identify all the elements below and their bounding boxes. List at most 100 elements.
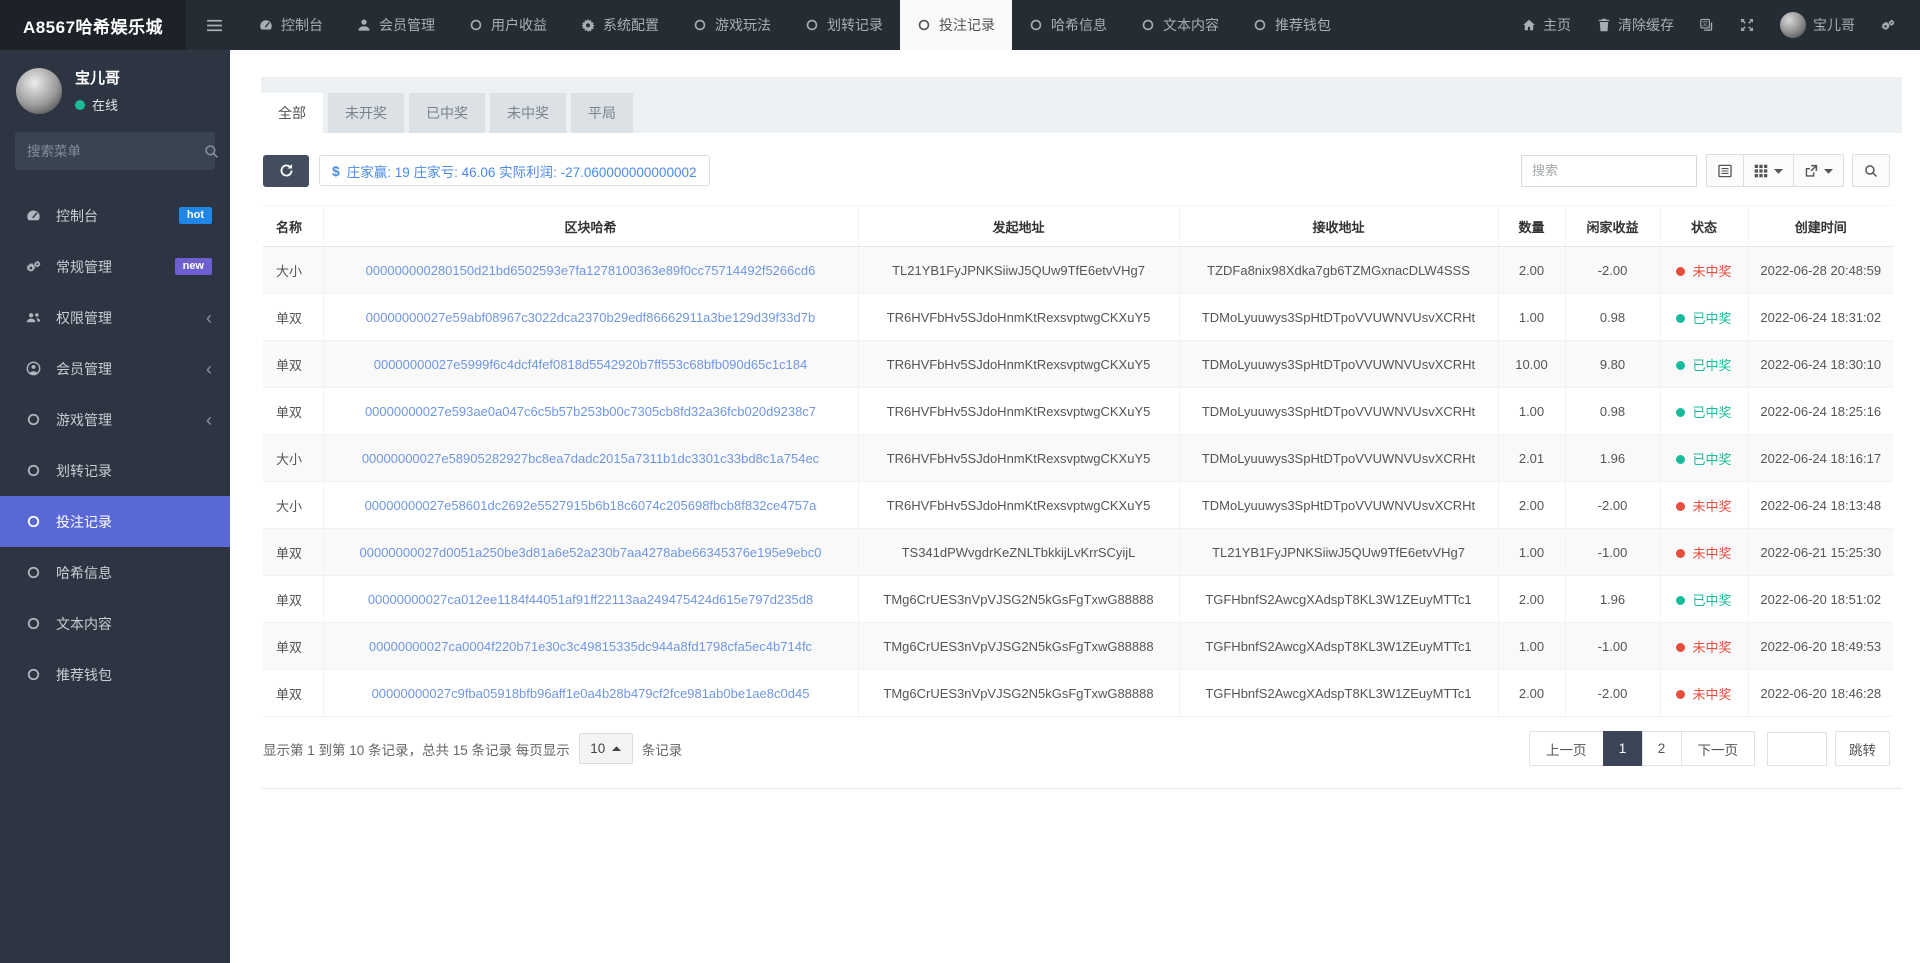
status-dot-icon: [1676, 642, 1686, 652]
tab-3[interactable]: 未中奖: [490, 93, 566, 133]
created-time-cell: 2022-06-24 18:30:10: [1748, 340, 1893, 388]
search-icon: [1864, 164, 1878, 178]
nav-item-7[interactable]: 哈希信息: [1012, 0, 1124, 50]
home-link[interactable]: 主页: [1509, 0, 1584, 50]
nav-item-3[interactable]: 系统配置: [564, 0, 676, 50]
sidebar-item-7[interactable]: 哈希信息: [0, 547, 230, 598]
menu-search-input[interactable]: [27, 143, 204, 159]
refresh-button[interactable]: [263, 154, 309, 187]
export-button[interactable]: [1793, 154, 1844, 187]
block-hash-link[interactable]: 00000000027ca012ee1184f44051af91ff22113a…: [368, 592, 813, 607]
sidebar-item-6[interactable]: 投注记录: [0, 496, 230, 547]
columns-button[interactable]: [1743, 154, 1794, 187]
menu-badge: new: [174, 258, 212, 275]
status-badge: 未中奖: [1660, 481, 1749, 529]
status-dot-icon: [1676, 454, 1686, 464]
jump-button[interactable]: 跳转: [1835, 731, 1890, 766]
next-page-button[interactable]: 下一页: [1680, 731, 1755, 766]
sidebar-toggle-icon[interactable]: [186, 0, 242, 50]
nav-item-label: 会员管理: [379, 17, 435, 33]
to-address-cell: TZDFa8nix98Xdka7gb6TZMGxnacDLW4SSS: [1179, 246, 1499, 294]
sidebar-item-label: 推荐钱包: [56, 666, 112, 683]
sidebar-item-0[interactable]: 控制台 hot: [0, 190, 230, 241]
nav-item-9[interactable]: 推荐钱包: [1236, 0, 1348, 50]
column-header[interactable]: 闲家收益: [1565, 205, 1661, 247]
block-hash-link[interactable]: 00000000027ca0004f220b71e30c3c49815335dc…: [369, 639, 812, 654]
column-header[interactable]: 数量: [1498, 205, 1566, 247]
clear-cache-button[interactable]: 清除缓存: [1584, 0, 1687, 50]
nav-item-4[interactable]: 游戏玩法: [676, 0, 788, 50]
nav-item-0[interactable]: 控制台: [242, 0, 340, 50]
brand-logo[interactable]: A8567哈希娱乐城: [0, 0, 186, 50]
sidebar-item-2[interactable]: 权限管理 ‹: [0, 292, 230, 343]
fullscreen-button[interactable]: [1727, 0, 1767, 50]
tab-1[interactable]: 未开奖: [328, 93, 404, 133]
column-header[interactable]: 区块哈希: [323, 205, 859, 247]
amount-cell: 10.00: [1498, 340, 1566, 388]
nav-item-label: 用户收益: [491, 17, 547, 33]
from-address-cell: TR6HVFbHv5SJdoHnmKtRexsvptwgCKXuY5: [858, 481, 1180, 529]
sidebar-item-1[interactable]: 常规管理 new: [0, 241, 230, 292]
sidebar-user-panel: 宝儿哥 在线: [0, 50, 230, 126]
language-button[interactable]: 文: [1687, 0, 1727, 50]
export-icon: [1804, 164, 1818, 178]
sidebar-item-label: 游戏管理: [56, 411, 112, 428]
nav-item-2[interactable]: 用户收益: [452, 0, 564, 50]
block-hash-link[interactable]: 00000000027d0051a250be3d81a6e52a230b7aa4…: [360, 545, 822, 560]
online-dot-icon: [75, 99, 85, 110]
column-header[interactable]: 创建时间: [1748, 205, 1893, 247]
column-header[interactable]: 状态: [1660, 205, 1749, 247]
sidebar-item-9[interactable]: 推荐钱包: [0, 649, 230, 700]
jump-page-input[interactable]: [1767, 731, 1827, 766]
table-search-input[interactable]: [1521, 154, 1697, 187]
nav-item-5[interactable]: 划转记录: [788, 0, 900, 50]
settings-button[interactable]: [1868, 0, 1908, 50]
amount-cell: 2.00: [1498, 669, 1566, 717]
column-header[interactable]: 发起地址: [858, 205, 1180, 247]
block-hash-link[interactable]: 00000000027e593ae0a047c6c5b57b253b00c730…: [365, 404, 816, 419]
profit-cell: 0.98: [1565, 387, 1661, 435]
block-hash-link[interactable]: 00000000027e58601dc2692e5527915b6b18c607…: [365, 498, 817, 513]
sidebar-item-3[interactable]: 会员管理 ‹: [0, 343, 230, 394]
tab-4[interactable]: 平局: [571, 93, 633, 133]
page-number-button[interactable]: 2: [1641, 731, 1682, 766]
avatar: [1780, 12, 1806, 38]
block-hash-link[interactable]: 000000000280150d21bd6502593e7fa127810036…: [366, 263, 816, 278]
profit-cell: -2.00: [1565, 481, 1661, 529]
sidebar-item-label: 会员管理: [56, 360, 112, 377]
user-icon: [357, 18, 371, 32]
sidebar-username: 宝儿哥: [75, 70, 121, 87]
block-hash-link[interactable]: 00000000027e5999f6c4dcf4fef0818d5542920b…: [374, 357, 808, 372]
grid-icon: [1754, 164, 1768, 178]
amount-cell: 1.00: [1498, 622, 1566, 670]
sidebar-item-5[interactable]: 划转记录: [0, 445, 230, 496]
user-menu[interactable]: 宝儿哥: [1767, 0, 1868, 50]
search-button[interactable]: [1852, 154, 1890, 187]
svg-text:文: 文: [1702, 20, 1708, 28]
tab-0[interactable]: 全部: [261, 93, 323, 133]
block-hash-link[interactable]: 00000000027e59abf08967c3022dca2370b29edf…: [366, 310, 815, 325]
column-header[interactable]: 接收地址: [1179, 205, 1499, 247]
toggle-view-button[interactable]: [1706, 154, 1744, 187]
per-page-select[interactable]: 10: [578, 733, 633, 764]
nav-item-1[interactable]: 会员管理: [340, 0, 452, 50]
block-hash-link[interactable]: 00000000027c9fba05918bfb96aff1e0a4b28b47…: [372, 686, 810, 701]
bet-type-cell: 大小: [263, 481, 324, 529]
page-number-button[interactable]: 1: [1602, 731, 1643, 766]
nav-item-6[interactable]: 投注记录: [900, 0, 1012, 50]
sidebar-item-4[interactable]: 游戏管理 ‹: [0, 394, 230, 445]
block-hash-link[interactable]: 00000000027e58905282927bc8ea7dadc2015a73…: [362, 451, 819, 466]
column-header[interactable]: 名称: [263, 205, 324, 247]
cogs-icon: [24, 259, 43, 274]
tab-2[interactable]: 已中奖: [409, 93, 485, 133]
nav-item-8[interactable]: 文本内容: [1124, 0, 1236, 50]
nav-item-label: 投注记录: [939, 17, 995, 33]
status-badge: 已中奖: [1660, 575, 1749, 623]
list-view-icon: [1718, 164, 1732, 178]
bet-type-cell: 单双: [263, 528, 324, 576]
created-time-cell: 2022-06-24 18:25:16: [1748, 387, 1893, 435]
per-page-value: 10: [590, 741, 606, 756]
prev-page-button[interactable]: 上一页: [1529, 731, 1604, 766]
sidebar-item-8[interactable]: 文本内容: [0, 598, 230, 649]
sidebar-item-label: 权限管理: [56, 309, 112, 326]
